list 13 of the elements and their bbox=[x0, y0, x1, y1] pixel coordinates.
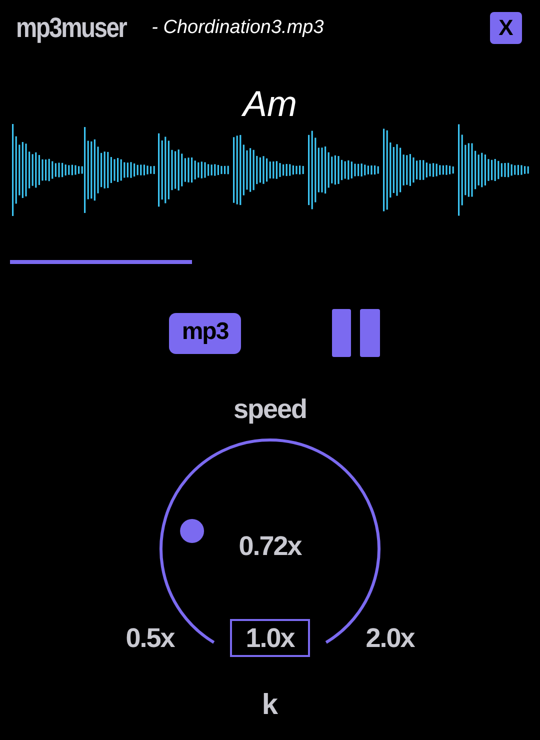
dial-handle[interactable] bbox=[180, 519, 204, 543]
speed-label: speed bbox=[233, 394, 307, 425]
app-title: mp3muser bbox=[16, 12, 126, 44]
speed-preset[interactable]: 2.0x bbox=[350, 619, 430, 657]
chord-name: Am bbox=[243, 84, 297, 124]
speed-preset[interactable]: 0.5x bbox=[110, 619, 190, 657]
close-button[interactable]: X bbox=[490, 12, 522, 44]
format-button[interactable]: mp3 bbox=[169, 312, 241, 354]
pause-button[interactable] bbox=[331, 308, 381, 358]
speed-preset[interactable]: 1.0x bbox=[230, 619, 310, 657]
key-label: k bbox=[262, 689, 278, 722]
speed-value: 0.72x bbox=[238, 531, 303, 562]
file-name: - Chordination3.mp3 bbox=[152, 17, 325, 39]
